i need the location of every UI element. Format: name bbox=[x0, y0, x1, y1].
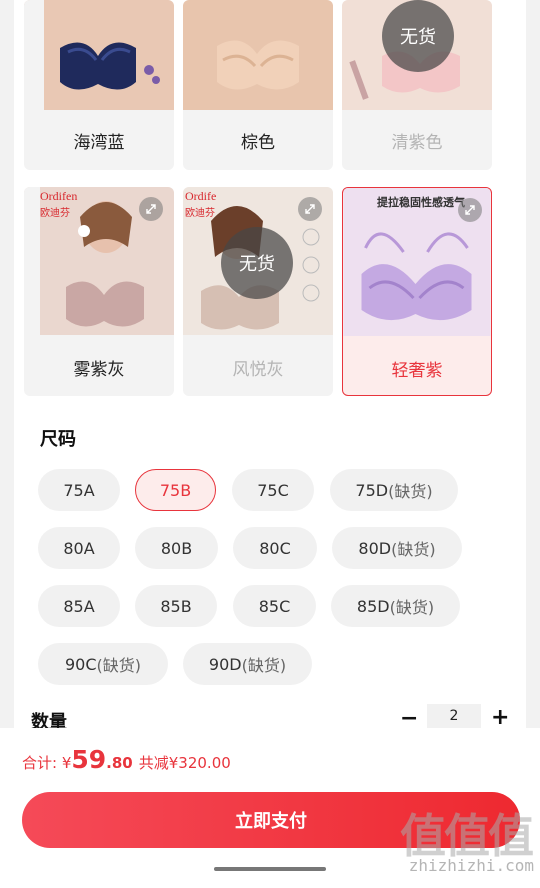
quantity-plus-button[interactable]: + bbox=[491, 707, 509, 729]
color-label: 棕色 bbox=[241, 133, 275, 153]
size-option-80C[interactable]: 80C bbox=[233, 527, 317, 569]
left-gutter bbox=[0, 0, 14, 728]
quantity-input[interactable]: 2 bbox=[427, 704, 481, 728]
color-label: 清紫色 bbox=[391, 133, 443, 153]
total-price: 合计: ¥59.80 共减¥320.00 bbox=[22, 745, 231, 774]
color-label: 海湾蓝 bbox=[73, 133, 125, 153]
expand-icon bbox=[298, 197, 322, 221]
color-option-zongse[interactable]: 棕色 bbox=[183, 0, 333, 170]
size-option-90D[interactable]: 90D (缺货) bbox=[183, 643, 312, 685]
size-option-85B[interactable]: 85B bbox=[135, 585, 217, 627]
brand-logo: Ordifen 欧迪芬 bbox=[40, 189, 78, 219]
sold-out-badge: 无货 bbox=[221, 227, 293, 299]
color-label: 风悦灰 bbox=[232, 360, 284, 380]
checkout-bar: 合计: ¥59.80 共减¥320.00 立即支付 值值值 zhizhizhi.c… bbox=[0, 728, 540, 888]
right-gutter bbox=[526, 0, 540, 728]
expand-icon[interactable] bbox=[458, 198, 482, 222]
size-option-75C[interactable]: 75C bbox=[232, 469, 314, 511]
product-caption: 提拉稳固性感透气 bbox=[377, 196, 465, 209]
color-option-wuzihui[interactable]: Ordifen 欧迪芬 雾紫灰 bbox=[24, 187, 174, 396]
color-option-qingzise: 无货 清紫色 bbox=[342, 0, 492, 170]
product-photo bbox=[24, 0, 174, 110]
size-option-85D[interactable]: 85D (缺货) bbox=[331, 585, 460, 627]
expand-icon[interactable] bbox=[139, 197, 163, 221]
color-label: 雾紫灰 bbox=[73, 360, 125, 380]
product-photo bbox=[183, 0, 333, 110]
size-option-75D[interactable]: 75D (缺货) bbox=[330, 469, 458, 511]
size-option-85A[interactable]: 85A bbox=[38, 585, 120, 627]
color-label: 轻奢紫 bbox=[391, 361, 443, 381]
color-option-fengyuehui: Ordife 欧迪芬 无货 风悦灰 bbox=[183, 187, 333, 396]
size-option-75A[interactable]: 75A bbox=[38, 469, 120, 511]
size-option-75B[interactable]: 75B bbox=[135, 469, 216, 511]
watermark-url: zhizhizhi.com bbox=[408, 856, 534, 875]
brand-logo: Ordife 欧迪芬 bbox=[185, 189, 217, 219]
discount-text: 共减¥320.00 bbox=[138, 754, 231, 772]
color-option-qingshezi[interactable]: 提拉稳固性感透气 轻奢紫 bbox=[342, 187, 492, 396]
home-indicator bbox=[214, 867, 326, 871]
sold-out-badge: 无货 bbox=[382, 0, 454, 72]
size-option-80B[interactable]: 80B bbox=[135, 527, 218, 569]
color-option-haiwanlan[interactable]: 海湾蓝 bbox=[24, 0, 174, 170]
size-option-80D[interactable]: 80D (缺货) bbox=[332, 527, 462, 569]
size-option-90C[interactable]: 90C (缺货) bbox=[38, 643, 168, 685]
quantity-title: 数量 bbox=[31, 712, 67, 728]
size-section-title: 尺码 bbox=[40, 429, 76, 450]
size-option-80A[interactable]: 80A bbox=[38, 527, 120, 569]
quantity-minus-button[interactable]: − bbox=[400, 708, 418, 730]
size-option-85C[interactable]: 85C bbox=[233, 585, 316, 627]
